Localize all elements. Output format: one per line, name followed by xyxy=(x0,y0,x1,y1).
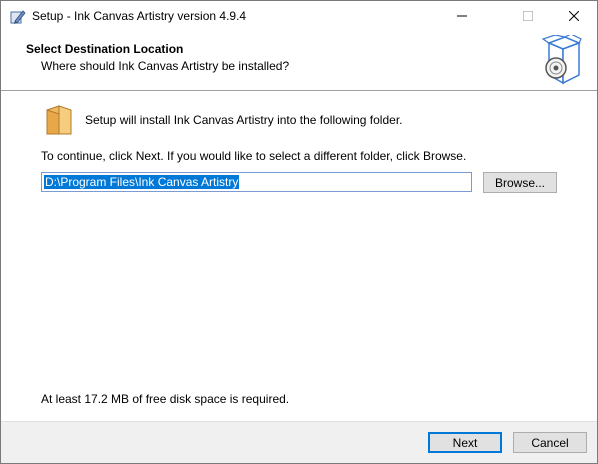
wizard-header: Select Destination Location Where should… xyxy=(1,32,597,90)
destination-path-input[interactable]: D:\Program Files\Ink Canvas Artistry xyxy=(41,172,472,192)
cancel-button[interactable]: Cancel xyxy=(513,432,587,453)
close-button[interactable] xyxy=(551,1,597,32)
wizard-content: Setup will install Ink Canvas Artistry i… xyxy=(1,92,597,421)
page-subtitle: Where should Ink Canvas Artistry be inst… xyxy=(41,59,290,73)
window-title: Setup - Ink Canvas Artistry version 4.9.… xyxy=(32,9,247,23)
disk-space-requirement: At least 17.2 MB of free disk space is r… xyxy=(41,392,290,406)
minimize-icon xyxy=(457,10,467,24)
next-button[interactable]: Next xyxy=(428,432,502,453)
minimize-button[interactable] xyxy=(439,1,485,32)
folder-icon xyxy=(45,104,73,136)
setup-app-icon xyxy=(10,9,26,25)
page-title: Select Destination Location xyxy=(26,42,184,56)
destination-path-value: D:\Program Files\Ink Canvas Artistry xyxy=(44,175,240,189)
wizard-footer: Next Cancel xyxy=(1,422,597,463)
installer-box-disc-icon xyxy=(541,33,583,87)
close-icon xyxy=(568,10,580,24)
browse-button[interactable]: Browse... xyxy=(483,172,557,193)
maximize-icon xyxy=(523,10,533,24)
continue-instructions: To continue, click Next. If you would li… xyxy=(41,149,467,163)
setup-window: Setup - Ink Canvas Artistry version 4.9.… xyxy=(0,0,598,464)
maximize-button xyxy=(505,1,551,32)
install-description: Setup will install Ink Canvas Artistry i… xyxy=(85,113,403,127)
title-bar[interactable]: Setup - Ink Canvas Artistry version 4.9.… xyxy=(1,1,597,32)
